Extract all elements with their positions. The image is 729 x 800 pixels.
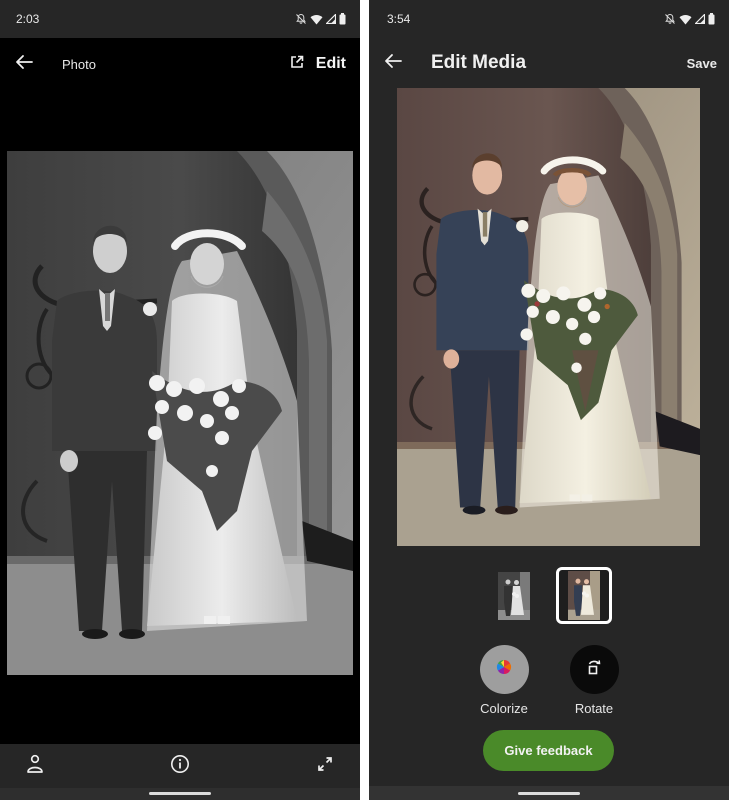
rotate-label: Rotate: [574, 701, 614, 716]
save-button[interactable]: Save: [687, 56, 717, 71]
edit-tools: Colorize Rotate: [369, 645, 729, 720]
fullscreen-button[interactable]: [312, 753, 338, 779]
give-feedback-button[interactable]: Give feedback: [483, 730, 614, 771]
signal-icon: [326, 14, 336, 24]
gesture-handle[interactable]: [149, 792, 211, 795]
photo-colorized[interactable]: [397, 88, 700, 546]
status-icons: [664, 13, 715, 25]
battery-icon: [708, 13, 715, 25]
open-in-new-icon: [290, 55, 304, 74]
back-button[interactable]: [369, 39, 417, 87]
edit-button[interactable]: Edit: [316, 55, 346, 73]
gesture-nav-area: [369, 786, 729, 800]
fullscreen-icon: [316, 755, 334, 778]
person-icon: [26, 754, 44, 779]
status-time: 2:03: [16, 12, 40, 26]
open-external-button[interactable]: [282, 49, 312, 79]
gesture-nav-area: [0, 788, 360, 800]
gesture-handle[interactable]: [518, 792, 580, 795]
status-bar: 2:03: [0, 0, 360, 38]
thumbnail-colorized-selected[interactable]: [556, 567, 612, 624]
status-icons: [295, 13, 346, 25]
rotate-icon: [586, 659, 602, 680]
photo-grayscale[interactable]: [7, 151, 353, 675]
color-palette-icon: [496, 659, 512, 680]
arrow-left-icon: [15, 54, 33, 75]
app-bar: Edit Media Save: [369, 38, 729, 88]
bottom-action-bar: [0, 744, 360, 788]
arrow-left-icon: [384, 53, 402, 74]
edit-media-screen: 3:54 Edit Media Save Colorize Rotate Giv…: [369, 0, 729, 800]
wifi-icon: [679, 14, 692, 25]
status-time: 3:54: [387, 12, 411, 26]
page-title: Photo: [62, 56, 96, 72]
colorize-tool-button[interactable]: Colorize: [464, 645, 544, 716]
info-button[interactable]: [167, 753, 193, 779]
people-button[interactable]: [22, 753, 48, 779]
battery-icon: [339, 13, 346, 25]
notifications-off-icon: [664, 13, 676, 25]
notifications-off-icon: [295, 13, 307, 25]
app-bar: Photo Edit: [0, 38, 360, 90]
rotate-tool-button[interactable]: Rotate: [554, 645, 634, 716]
page-title: Edit Media: [431, 52, 527, 73]
status-bar: 3:54: [369, 0, 729, 38]
version-thumbnails: [369, 567, 729, 625]
back-button[interactable]: [0, 40, 48, 88]
info-icon: [170, 754, 190, 779]
colorize-label: Colorize: [480, 701, 528, 716]
photo-viewer-screen: 2:03 Photo Edit: [0, 0, 360, 800]
signal-icon: [695, 14, 705, 24]
thumbnail-original[interactable]: [498, 572, 530, 620]
wifi-icon: [310, 14, 323, 25]
